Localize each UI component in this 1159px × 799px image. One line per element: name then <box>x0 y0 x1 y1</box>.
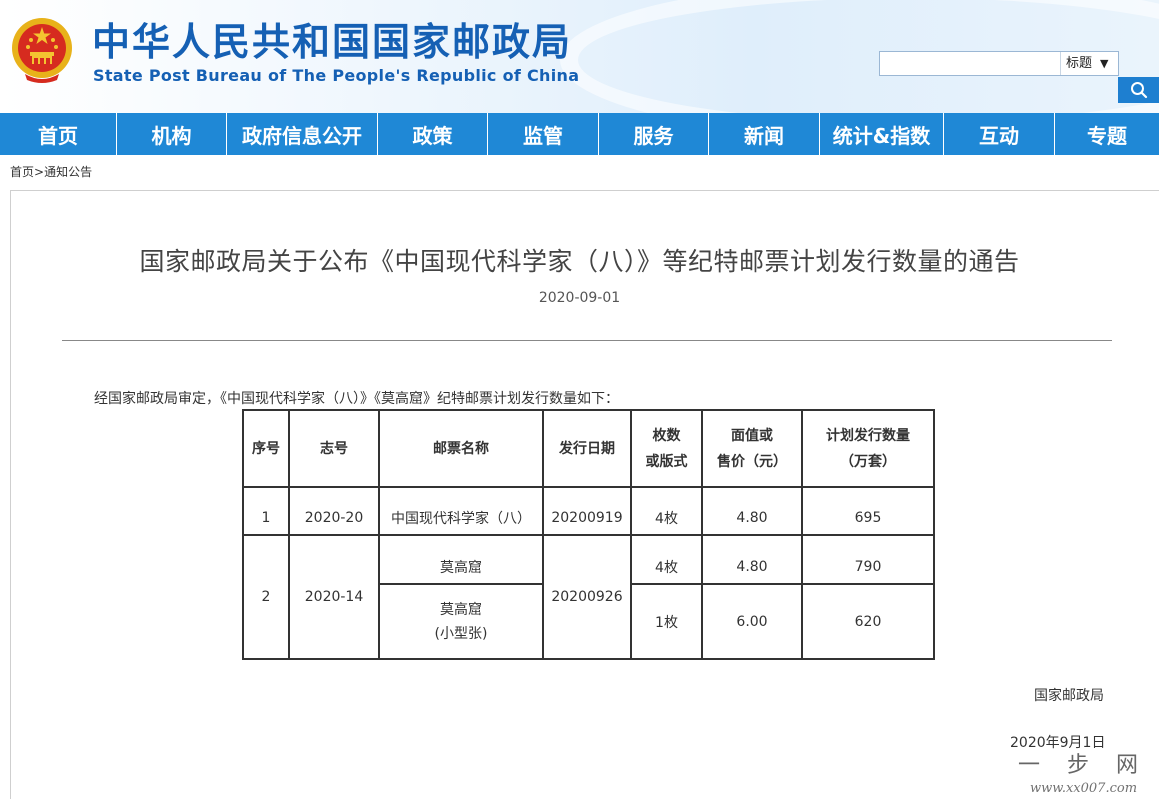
cell-name: 中国现代科学家（八） <box>378 486 544 536</box>
watermark-text: 一 步 网 <box>1018 753 1148 778</box>
nav-item-gov-info[interactable]: 政府信息公开 <box>227 113 378 155</box>
chevron-down-icon: ▼ <box>1100 57 1109 70</box>
header-count-line2: 或版式 <box>645 453 688 470</box>
nav-item-home[interactable]: 首页 <box>0 113 117 155</box>
cell-count: 1枚 <box>630 583 703 660</box>
nav-item-news[interactable]: 新闻 <box>709 113 820 155</box>
cell-code: 2020-20 <box>288 486 380 536</box>
cell-price: 4.80 <box>701 534 803 585</box>
table-row: 2 2020-14 莫高窟 20200926 4枚 4.80 790 <box>242 534 935 660</box>
cell-qty: 790 <box>801 534 935 585</box>
cell-name: 莫高窟 (小型张) <box>378 583 544 660</box>
site-title[interactable]: 中华人民共和国国家邮政局 <box>92 20 572 64</box>
header-qty-line2: （万套） <box>840 453 896 470</box>
cell-name: 莫高窟 <box>378 534 544 585</box>
breadcrumb-current-link[interactable]: 通知公告 <box>44 165 92 179</box>
article-signer: 国家邮政局 <box>1034 688 1104 704</box>
search-icon <box>1130 82 1147 99</box>
cell-price: 6.00 <box>701 583 803 660</box>
cell-issue-date: 20200926 <box>542 534 632 660</box>
nav-item-supervision[interactable]: 监管 <box>488 113 599 155</box>
site-watermark-logo: 一 步 网 www.xx007.com <box>1000 742 1159 799</box>
header-qty-line1: 计划发行数量 <box>826 427 910 444</box>
header-seq: 序号 <box>242 409 290 488</box>
nav-item-organization[interactable]: 机构 <box>117 113 227 155</box>
main-nav: 首页 机构 政府信息公开 政策 监管 服务 新闻 统计&指数 互动 专题 <box>0 113 1159 155</box>
cell-count: 4枚 <box>630 486 703 536</box>
header-price: 面值或 售价（元） <box>701 409 803 488</box>
breadcrumb-separator: > <box>34 165 45 179</box>
header-price-line2: 售价（元） <box>717 453 787 470</box>
cell-seq: 2 <box>242 534 290 660</box>
nav-item-interaction[interactable]: 互动 <box>944 113 1055 155</box>
national-emblem-icon[interactable] <box>11 16 73 84</box>
cell-price: 4.80 <box>701 486 803 536</box>
header-price-line1: 面值或 <box>731 427 773 444</box>
title-divider <box>62 340 1112 341</box>
cell-issue-date: 20200919 <box>542 486 632 536</box>
article-intro: 经国家邮政局审定，《中国现代科学家（八）》《莫高窟》纪特邮票计划发行数量如下： <box>94 391 619 407</box>
nav-item-policy[interactable]: 政策 <box>378 113 488 155</box>
cell-seq: 1 <box>242 486 290 536</box>
article-title: 国家邮政局关于公布《中国现代科学家（八）》等纪特邮票计划发行数量的通告 <box>139 247 1020 276</box>
watermark-url: www.xx007.com <box>1030 781 1137 796</box>
nav-item-topics[interactable]: 专题 <box>1055 113 1159 155</box>
cell-qty: 695 <box>801 486 935 536</box>
search-box: 标题 ▼ <box>879 51 1119 76</box>
table-header-row: 序号 志号 邮票名称 发行日期 枚数 或版式 面值或 售价（元） 计划发行数量 … <box>242 409 935 488</box>
breadcrumb-home-link[interactable]: 首页 <box>10 165 34 179</box>
search-scope-value: 标题 <box>1066 56 1093 71</box>
nav-item-services[interactable]: 服务 <box>599 113 709 155</box>
nav-item-statistics[interactable]: 统计&指数 <box>820 113 944 155</box>
site-subtitle: State Post Bureau of The People's Republ… <box>93 66 580 85</box>
search-scope-select[interactable]: 标题 ▼ <box>1060 52 1118 75</box>
article-date: 2020-09-01 <box>538 290 621 306</box>
header-qty: 计划发行数量 （万套） <box>801 409 935 488</box>
header-count-line1: 枚数 <box>652 427 681 444</box>
cell-name-main: 莫高窟 <box>440 601 482 618</box>
header-count: 枚数 或版式 <box>630 409 703 488</box>
cell-code: 2020-14 <box>288 534 380 660</box>
cell-name-note: (小型张) <box>434 625 488 642</box>
table-row: 1 2020-20 中国现代科学家（八） 20200919 4枚 4.80 69… <box>242 486 935 536</box>
search-input[interactable] <box>880 52 1060 75</box>
cell-qty: 620 <box>801 583 935 660</box>
search-button[interactable] <box>1118 77 1159 103</box>
header-code: 志号 <box>288 409 380 488</box>
header-issue-date: 发行日期 <box>542 409 632 488</box>
header-name: 邮票名称 <box>378 409 544 488</box>
cell-count: 4枚 <box>630 534 703 585</box>
stamp-issue-table: 序号 志号 邮票名称 发行日期 枚数 或版式 面值或 售价（元） 计划发行数量 … <box>242 409 935 660</box>
breadcrumb: 首页>通知公告 <box>10 163 92 180</box>
